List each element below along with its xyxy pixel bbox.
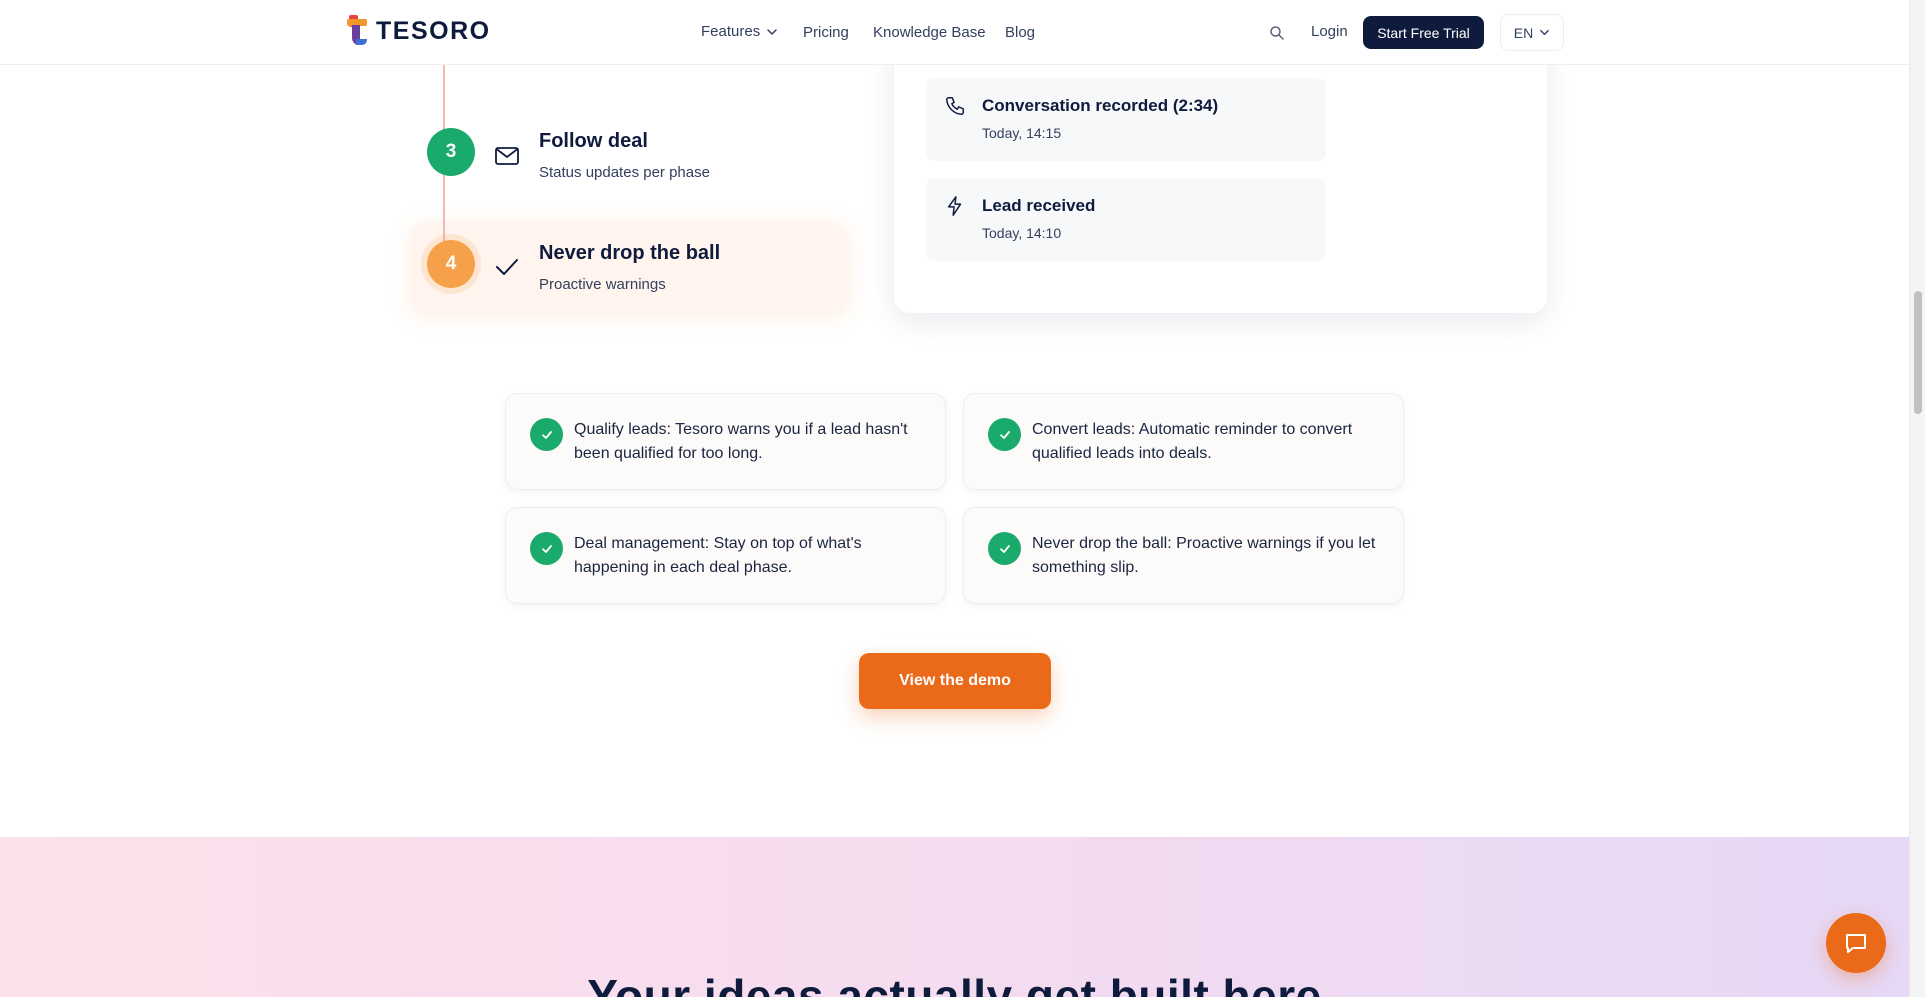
step-number-badge: 4: [427, 240, 475, 288]
step-description: Status updates per phase: [539, 164, 710, 181]
phone-icon: [946, 97, 964, 115]
language-label: EN: [1513, 24, 1534, 41]
activity-item-lead-received: Lead received Today, 14:10: [926, 178, 1326, 261]
scrollbar-thumb[interactable]: [1914, 291, 1922, 414]
chevron-down-icon: [1540, 29, 1550, 36]
check-circle-icon: [530, 532, 563, 565]
logo-text: TESORO: [376, 16, 491, 45]
nav-item-knowledge-base[interactable]: Knowledge Base: [873, 24, 986, 41]
activity-title: Lead received: [982, 196, 1096, 215]
login-link[interactable]: Login: [1311, 23, 1348, 40]
step-number-badge: 3: [427, 128, 475, 176]
nav-item-label: Knowledge Base: [873, 24, 986, 41]
activity-card: Conversation recorded (2:34) Today, 14:1…: [894, 30, 1547, 313]
scrollbar[interactable]: [1909, 0, 1925, 997]
activity-time: Today, 14:15: [982, 125, 1062, 141]
logo-mark-icon: [347, 15, 369, 47]
view-demo-button[interactable]: View the demo: [859, 653, 1051, 709]
feature-card-convert-leads: Convert leads: Automatic reminder to con…: [963, 393, 1404, 490]
nav-item-label: Pricing: [803, 24, 849, 41]
feature-card-never-drop-ball: Never drop the ball: Proactive warnings …: [963, 507, 1404, 604]
lightning-icon: [947, 196, 962, 216]
chevron-down-icon: [767, 28, 777, 35]
logo[interactable]: TESORO: [347, 15, 491, 47]
check-circle-icon: [988, 532, 1021, 565]
site-header: TESORO Features Pricing Knowledge Base B…: [0, 0, 1909, 65]
feature-text: Convert leads: Automatic reminder to con…: [1032, 421, 1353, 462]
start-free-trial-button[interactable]: Start Free Trial: [1363, 16, 1484, 49]
feature-card-qualify-leads: Qualify leads: Tesoro warns you if a lea…: [505, 393, 946, 490]
language-selector[interactable]: EN: [1500, 14, 1564, 51]
feature-text: Deal management: Stay on top of what's h…: [574, 535, 862, 576]
chat-bubble-icon: [1846, 934, 1866, 953]
checkmark-icon: [496, 259, 518, 275]
check-circle-icon: [530, 418, 563, 451]
nav-item-blog[interactable]: Blog: [1005, 24, 1035, 41]
ideas-section: Your ideas actually get built here: [0, 837, 1909, 997]
feature-text: Qualify leads: Tesoro warns you if a lea…: [574, 421, 908, 462]
step-title: Follow deal: [539, 130, 648, 152]
step-description: Proactive warnings: [539, 276, 666, 293]
nav-item-pricing[interactable]: Pricing: [803, 24, 849, 41]
nav-item-label: Features: [701, 23, 761, 40]
activity-title: Conversation recorded (2:34): [982, 96, 1219, 115]
nav-item-label: Blog: [1005, 24, 1036, 41]
feature-card-deal-management: Deal management: Stay on top of what's h…: [505, 507, 946, 604]
section-heading: Your ideas actually get built here: [587, 970, 1322, 997]
search-icon[interactable]: [1269, 25, 1285, 41]
feature-text: Never drop the ball: Proactive warnings …: [1032, 535, 1376, 576]
nav-item-features[interactable]: Features: [701, 23, 778, 40]
check-circle-icon: [988, 418, 1021, 451]
envelope-icon: [495, 147, 519, 165]
step-highlight: [412, 222, 847, 312]
chat-widget-button[interactable]: [1826, 913, 1886, 973]
step-title: Never drop the ball: [539, 242, 721, 264]
activity-time: Today, 14:10: [982, 225, 1062, 241]
activity-item-conversation: Conversation recorded (2:34) Today, 14:1…: [926, 78, 1326, 161]
